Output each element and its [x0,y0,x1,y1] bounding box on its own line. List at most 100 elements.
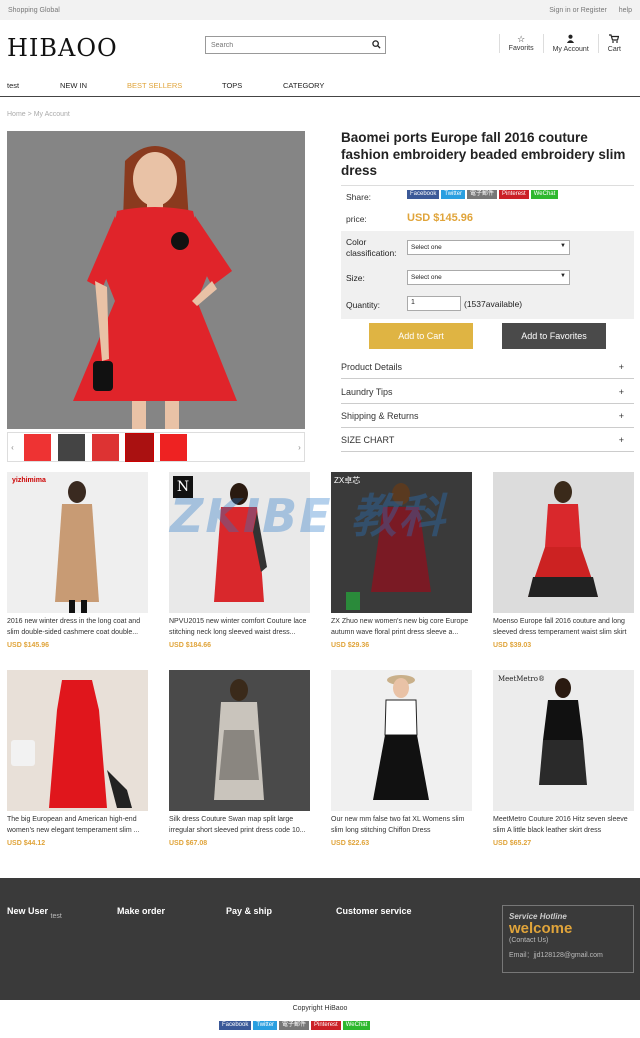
size-select[interactable]: Select one ▼ [407,270,570,285]
share-pinterest-button[interactable]: Pinterest [499,190,529,199]
product-image[interactable] [493,472,634,613]
nav-item-test[interactable]: test [7,81,19,90]
size-label: Size: [346,273,365,283]
product-price: USD $145.96 [7,642,50,649]
color-label: Color classification: [346,237,397,258]
thumb-prev-arrow[interactable]: ‹ [8,443,17,452]
size-select-value: Select one [411,274,442,281]
footer-share-twitter-button[interactable]: Twitter [253,1021,278,1030]
accordion-size-chart[interactable]: SIZE CHART + [341,428,634,452]
product-name[interactable]: MeetMetro Couture 2016 Hitz seven sleeve… [493,815,634,836]
contact-us-link[interactable]: (Contact Us) [509,937,627,944]
main-nav: test NEW IN BEST SELLERS TOPS CATEGORY [0,75,640,97]
product-name[interactable]: NPVU2015 new winter comfort Couture lace… [169,617,310,638]
thumbnail-strip: ‹ › [7,432,305,462]
product-name[interactable]: Moenso Europe fall 2016 couture and long… [493,617,634,638]
quantity-label: Quantity: [346,300,381,310]
favorites-label: Favorits [508,45,534,52]
share-twitter-button[interactable]: Twitter [441,190,466,199]
contact-email: Email：jjd128128@gmail.com [509,952,603,959]
product-card[interactable]: The big European and American high-end w… [7,670,148,847]
product-image[interactable]: MeetMetro® [493,670,634,811]
accordion-label: SIZE CHART [341,435,395,445]
product-price: USD $44.12 [7,840,46,847]
product-price: USD $22.63 [331,840,370,847]
help-link[interactable]: help [619,7,632,14]
thumb-next-arrow[interactable]: › [295,443,304,452]
cart-link[interactable]: Cart [597,34,630,53]
share-facebook-button[interactable]: Facebook [407,190,440,199]
product-image[interactable]: yizhimima [7,472,148,613]
breadcrumb-current: My Account [33,111,70,118]
thumbnail-1[interactable] [24,433,51,461]
nav-item-best-sellers[interactable]: BEST SELLERS [127,81,182,90]
product-image[interactable] [7,670,148,811]
accordion-label: Laundry Tips [341,387,393,397]
plus-icon: + [618,435,624,445]
nav-item-tops[interactable]: TOPS [222,81,242,90]
product-name[interactable]: Our new mm false two fat XL Womens slim … [331,815,472,836]
breadcrumb-home[interactable]: Home [7,111,26,118]
search-icon[interactable] [372,40,381,51]
product-image[interactable] [331,670,472,811]
share-email-button[interactable]: 電子郵件 [467,190,498,199]
add-to-cart-button[interactable]: Add to Cart [369,323,473,349]
breadcrumb-separator: > [27,111,32,118]
share-wechat-button[interactable]: WeChat [530,190,559,199]
accordion-shipping-returns[interactable]: Shipping & Returns + [341,404,634,428]
color-select[interactable]: Select one ▼ [407,240,570,255]
footer-share-email-button[interactable]: 電子郵件 [279,1021,310,1030]
plus-icon: + [618,411,624,421]
footer-new-user-title: New User [7,906,49,916]
product-image[interactable] [169,670,310,811]
footer-make-order: Make order [117,906,166,916]
cart-icon [608,34,621,46]
thumbnail-3[interactable] [92,433,119,461]
shopping-global-link[interactable]: Shopping Global [8,7,60,14]
footer-share: Facebook Twitter 電子郵件 Pinterest WeChat [219,1021,372,1030]
product-price: USD $65.27 [493,840,532,847]
footer-share-wechat-button[interactable]: WeChat [342,1021,371,1030]
product-price: USD $39.03 [493,642,532,649]
service-hotline-box: Service Hotline welcome (Contact Us) Ema… [502,905,634,973]
accordion-product-details[interactable]: Product Details + [341,355,634,379]
product-card[interactable]: yizhimima 2016 new winter dress in the l… [7,472,148,649]
footer-share-facebook-button[interactable]: Facebook [219,1021,252,1030]
product-name[interactable]: Silk dress Couture Swan map split large … [169,815,310,836]
favorites-link[interactable]: ☆ Favorits [498,34,543,53]
footer-new-user-link[interactable]: test [51,913,62,920]
options-box: Color classification: Select one ▼ Size: … [341,231,634,319]
dropdown-caret-icon: ▼ [560,243,566,249]
quantity-input[interactable]: 1 [407,296,461,311]
product-card[interactable]: Our new mm false two fat XL Womens slim … [331,670,472,847]
product-price: USD $67.08 [169,840,208,847]
dropdown-caret-icon: ▼ [560,273,566,279]
product-main-image[interactable] [7,131,305,429]
search-box [205,36,386,54]
accordion-laundry-tips[interactable]: Laundry Tips + [341,380,634,404]
product-card[interactable]: MeetMetro® MeetMetro Couture 2016 Hitz s… [493,670,634,847]
color-select-value: Select one [411,244,442,251]
hotline-welcome: welcome [509,920,573,937]
signin-link[interactable]: Sign in or Register [549,7,607,14]
nav-item-new-in[interactable]: NEW IN [60,81,87,90]
accordion-label: Product Details [341,362,403,372]
product-card[interactable]: Moenso Europe fall 2016 couture and long… [493,472,634,649]
footer-share-pinterest-button[interactable]: Pinterest [311,1021,341,1030]
available-count: (1537available) [464,299,523,309]
product-price: USD $145.96 [407,212,474,224]
cart-label: Cart [607,46,621,53]
product-name[interactable]: 2016 new winter dress in the long coat a… [7,617,148,638]
search-input[interactable] [206,41,366,49]
account-link[interactable]: My Account [542,34,598,53]
site-logo[interactable]: HIBAOO [7,34,118,62]
footer-pay-ship: Pay & ship [226,906,273,916]
thumbnail-2[interactable] [58,433,85,461]
product-name[interactable]: The big European and American high-end w… [7,815,148,836]
product-card[interactable]: Silk dress Couture Swan map split large … [169,670,310,847]
nav-item-category[interactable]: CATEGORY [283,81,324,90]
product-name[interactable]: ZX Zhuo new women's new big core Europe … [331,617,472,638]
add-to-favorites-button[interactable]: Add to Favorites [502,323,606,349]
thumbnail-5[interactable] [160,433,187,461]
thumbnail-4[interactable] [125,432,154,462]
